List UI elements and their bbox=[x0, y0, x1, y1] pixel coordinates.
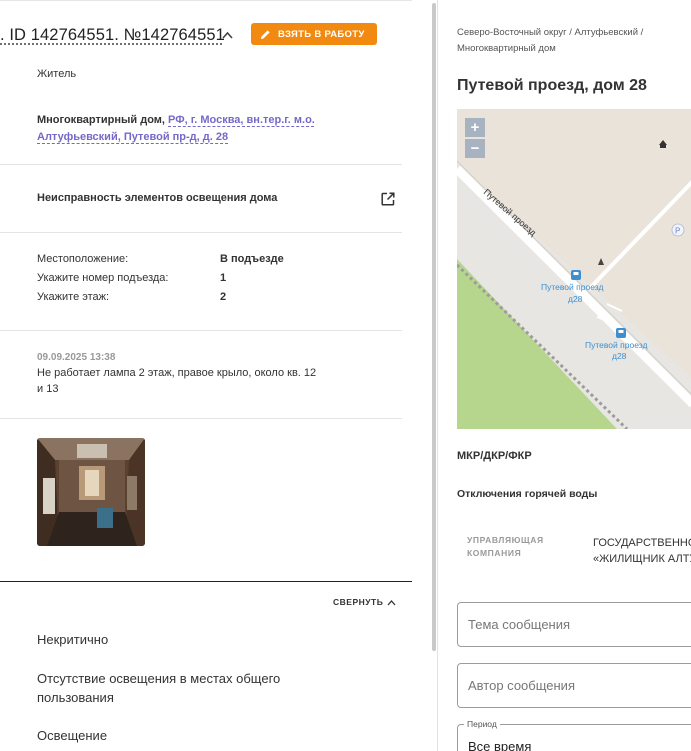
ticket-id[interactable]: . ID 142764551. №142764551 bbox=[0, 26, 225, 45]
detail-label: Укажите номер подъезда: bbox=[37, 272, 169, 284]
management-company: ГОСУДАРСТВЕННО «ЖИЛИЩНИК АЛТУ bbox=[593, 535, 691, 567]
pencil-icon bbox=[260, 29, 270, 39]
take-to-work-label: ВЗЯТЬ В РАБОТУ bbox=[278, 28, 365, 40]
subject-input[interactable] bbox=[458, 603, 691, 646]
period-label: Период bbox=[464, 719, 500, 729]
chevron-up-icon[interactable] bbox=[221, 30, 234, 40]
detail-value: В подъезде bbox=[220, 253, 284, 265]
category-issue: Отсутствие освещения в местах общего пол… bbox=[37, 671, 281, 705]
period-select[interactable]: Период Все время bbox=[457, 719, 691, 751]
detail-value: 2 bbox=[220, 291, 227, 303]
open-external-icon[interactable] bbox=[380, 191, 396, 207]
management-company-line: «ЖИЛИЩНИК АЛТУ bbox=[593, 553, 691, 565]
comment-text: Не работает лампа 2 этаж, правое крыло, … bbox=[37, 367, 317, 395]
category-group: Освещение bbox=[37, 728, 108, 743]
take-to-work-button[interactable]: ВЗЯТЬ В РАБОТУ bbox=[251, 23, 377, 45]
divider bbox=[0, 232, 402, 233]
problem-title: Неисправность элементов освещения дома bbox=[37, 192, 278, 204]
program-label: МКР/ДКР/ФКР bbox=[457, 450, 532, 462]
chevron-up-icon bbox=[387, 599, 396, 605]
divider bbox=[0, 418, 402, 419]
parking-icon: P bbox=[675, 227, 680, 236]
left-panel-scrollbar[interactable] bbox=[432, 3, 436, 651]
detail-label: Укажите этаж: bbox=[37, 291, 110, 303]
stop-label: д28 bbox=[568, 294, 583, 304]
zoom-in-button[interactable]: + bbox=[465, 118, 485, 137]
author-input[interactable] bbox=[458, 664, 691, 707]
ticket-panel: . ID 142764551. №142764551 ВЗЯТЬ В РАБОТ… bbox=[0, 0, 412, 751]
address: Многоквартирный дом, РФ, г. Москва, вн.т… bbox=[37, 112, 397, 146]
comment-date: 09.09.2025 13:38 bbox=[37, 352, 116, 363]
period-value: Все время bbox=[468, 739, 532, 751]
category-priority: Некритично bbox=[37, 632, 109, 647]
house-panel: Северо-Восточный округ / Алтуфьевский / … bbox=[437, 0, 691, 751]
author-field[interactable] bbox=[457, 663, 691, 708]
top-divider bbox=[0, 0, 412, 1]
section-divider bbox=[0, 581, 412, 582]
divider bbox=[0, 164, 402, 165]
address-type: Многоквартирный дом, bbox=[37, 114, 165, 126]
collapse-label: СВЕРНУТЬ bbox=[333, 597, 384, 607]
management-label: УПРАВЛЯЮЩАЯ КОМПАНИЯ bbox=[467, 535, 544, 558]
management-company-line: ГОСУДАРСТВЕННО bbox=[593, 537, 691, 549]
detail-value: 1 bbox=[220, 272, 227, 284]
divider bbox=[0, 330, 402, 331]
hot-water-outage-label: Отключения горячей воды bbox=[457, 488, 598, 500]
detail-label: Местоположение: bbox=[37, 253, 129, 265]
attached-photo[interactable] bbox=[37, 438, 145, 546]
map[interactable]: Путевой проезд Путевой проезд д28 Путево… bbox=[457, 109, 691, 429]
stop-label: Путевой проезд bbox=[585, 340, 647, 350]
collapse-button[interactable]: СВЕРНУТЬ bbox=[333, 597, 396, 607]
stop-label: Путевой проезд bbox=[541, 282, 603, 292]
applicant-role: Житель bbox=[37, 68, 77, 80]
breadcrumb[interactable]: Северо-Восточный округ / Алтуфьевский / … bbox=[457, 25, 687, 57]
house-title: Путевой проезд, дом 28 bbox=[457, 77, 647, 94]
map-canvas: Путевой проезд Путевой проезд д28 Путево… bbox=[457, 109, 691, 429]
stop-label: д28 bbox=[612, 351, 627, 361]
zoom-out-button[interactable]: − bbox=[465, 139, 485, 158]
subject-field[interactable] bbox=[457, 602, 691, 647]
